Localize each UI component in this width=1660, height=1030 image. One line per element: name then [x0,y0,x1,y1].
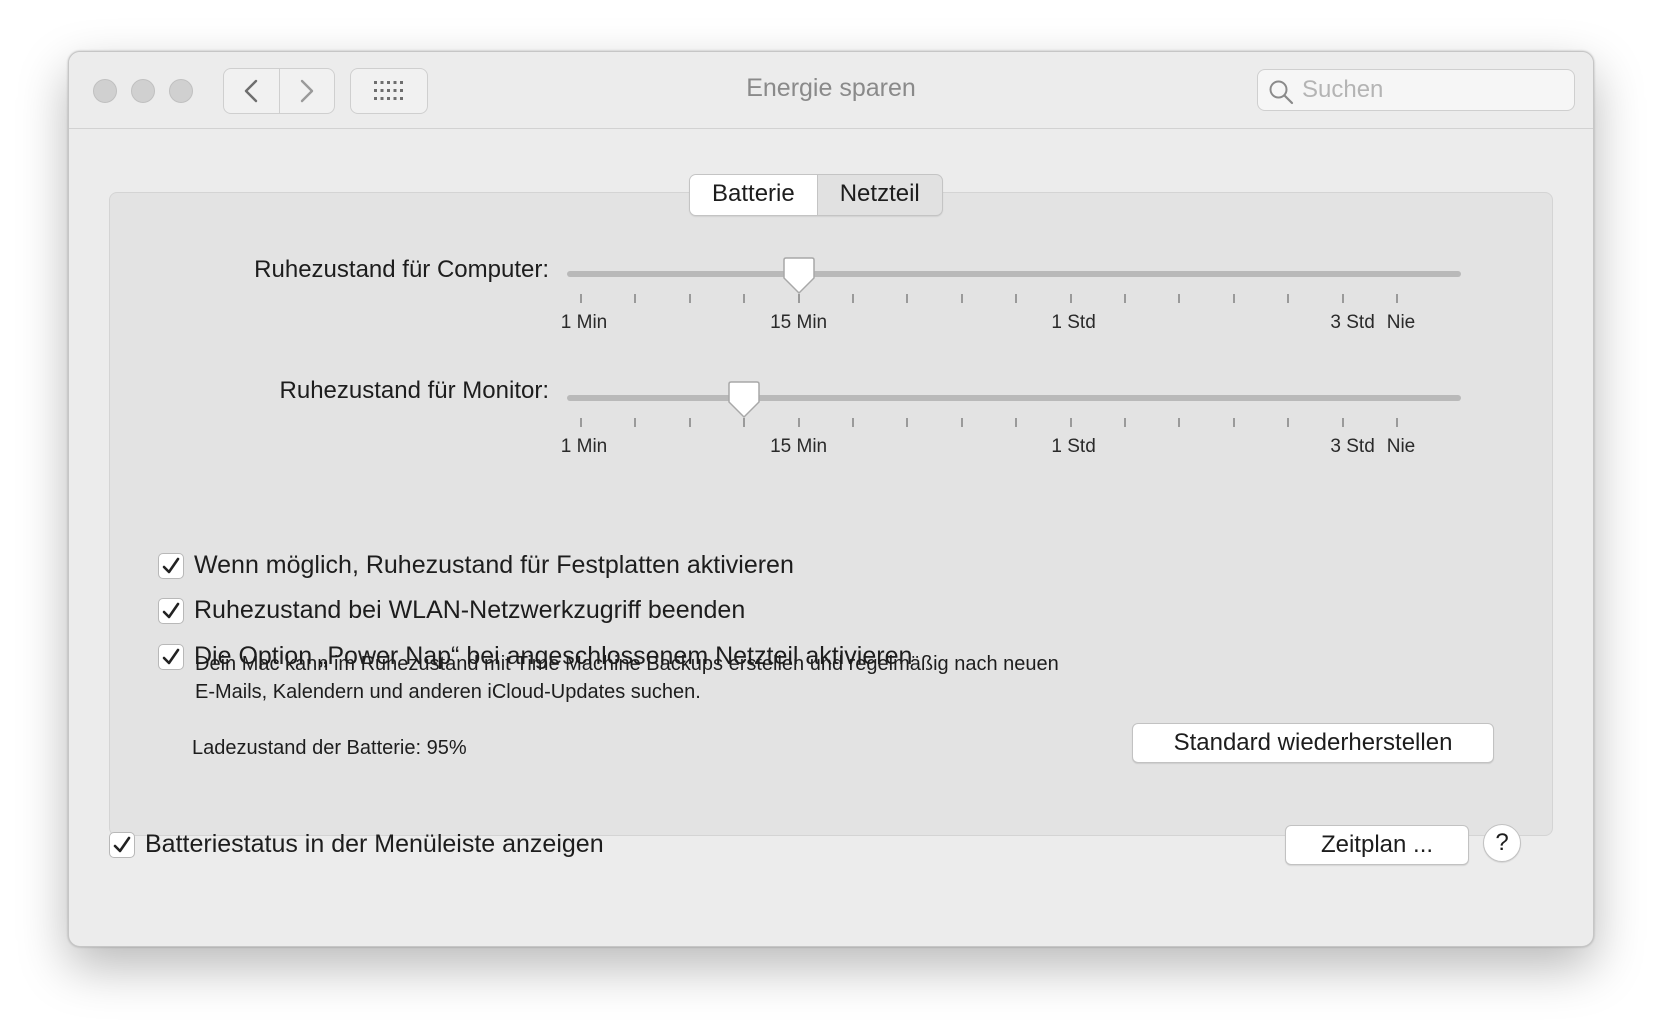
slider-tick [580,418,582,427]
power-nap-description-line: E-Mails, Kalendern und anderen iCloud-Up… [195,681,701,703]
slider-tick [1287,418,1290,427]
power-nap-description-line: Dein Mac kann im Ruhezustand mit Time Ma… [195,653,1059,675]
checkmark-icon [162,648,180,664]
tick-label-15-min: 15 Min [770,436,828,457]
wake-network-checkbox[interactable] [158,597,184,624]
option-wake-network[interactable]: Ruhezustand bei WLAN-Netzwerkzugriff bee… [158,596,745,625]
title-bar: Energie sparen [69,52,1593,129]
slider-tick [1341,294,1344,303]
tick-label-nie: Nie [1386,436,1416,457]
slider-tick [906,294,909,303]
show-battery-status-label: Batteriestatus in der Menüleiste anzeige… [145,830,604,858]
tick-label-nie: Nie [1386,312,1416,333]
search-icon [1269,80,1294,105]
option-disk-sleep[interactable]: Wenn möglich, Ruhezustand für Festplatte… [158,551,794,580]
battery-charge-status: Ladezustand der Batterie: 95% [192,737,467,759]
slider-tick [634,294,637,303]
slider-tick [688,294,691,303]
tick-label-1-std: 1 Std [1051,312,1096,333]
slider-tick [1178,418,1181,427]
tab-batterie[interactable]: Batterie [690,175,817,215]
tab-netzteil[interactable]: Netzteil [816,175,942,215]
power-source-tabs: Batterie Netzteil [689,174,943,216]
restore-defaults-button[interactable]: Standard wiederherstellen [1132,723,1494,763]
slider-tick [960,294,963,303]
slider-tick [1232,418,1235,427]
slider-tick [1232,294,1235,303]
slider-tick [960,418,963,427]
slider-tick [1015,294,1018,303]
checkmark-icon [113,836,131,852]
slider-tick [1124,294,1126,303]
slider-tick [852,294,854,303]
slider-tick [797,418,800,427]
slider-ticks [567,418,1461,428]
search-field[interactable] [1257,69,1575,111]
computer-sleep-label: Ruhezustand für Computer: [254,256,549,283]
monitor-sleep-label: Ruhezustand für Monitor: [279,377,549,404]
slider-tick [1069,418,1072,427]
preferences-window: Energie sparen Batterie Netzteil Ruhezus… [68,51,1594,947]
slider-tick [1396,418,1398,427]
slider-tick [580,294,582,303]
computer-sleep-slider[interactable]: 1 Min 15 Min 1 Std 3 Std Nie [561,256,1461,348]
slider-tick [1341,418,1344,427]
tick-label-1-min: 1 Min [560,436,608,457]
checkmark-icon [162,557,180,573]
show-battery-status-checkbox[interactable] [109,831,135,858]
schedule-button[interactable]: Zeitplan ... [1285,825,1469,865]
slider-track [567,271,1461,277]
slider-tick [852,418,854,427]
slider-track [567,395,1461,401]
wake-network-label: Ruhezustand bei WLAN-Netzwerkzugriff bee… [194,596,746,624]
disk-sleep-label: Wenn möglich, Ruhezustand für Festplatte… [194,551,794,579]
slider-ticks [567,294,1461,304]
search-input[interactable] [1302,74,1562,106]
slider-tick [1069,294,1072,303]
tick-label-3-std: 3 Std [1330,312,1375,333]
power-nap-checkbox[interactable] [158,643,184,670]
checkmark-icon [162,602,180,618]
power-nap-description: Dein Mac kann im Ruhezustand mit Time Ma… [195,650,1245,706]
slider-thumb[interactable] [782,256,816,296]
tick-label-15-min: 15 Min [770,312,828,333]
help-button[interactable]: ? [1483,824,1521,862]
slider-tick [906,418,909,427]
slider-tick [1396,294,1398,303]
slider-tick [1287,294,1290,303]
show-battery-status-option[interactable]: Batteriestatus in der Menüleiste anzeige… [109,830,604,859]
slider-tick [634,418,637,427]
tick-label-1-std: 1 Std [1051,436,1096,457]
slider-tick [688,418,691,427]
disk-sleep-checkbox[interactable] [158,552,184,579]
slider-tick [1178,294,1181,303]
tick-label-1-min: 1 Min [560,312,608,333]
slider-tick [743,294,746,303]
slider-tick [1124,418,1126,427]
monitor-sleep-slider[interactable]: 1 Min 15 Min 1 Std 3 Std Nie [561,380,1461,472]
slider-thumb[interactable] [727,380,761,420]
tick-label-3-std: 3 Std [1330,436,1375,457]
slider-tick [1015,418,1018,427]
